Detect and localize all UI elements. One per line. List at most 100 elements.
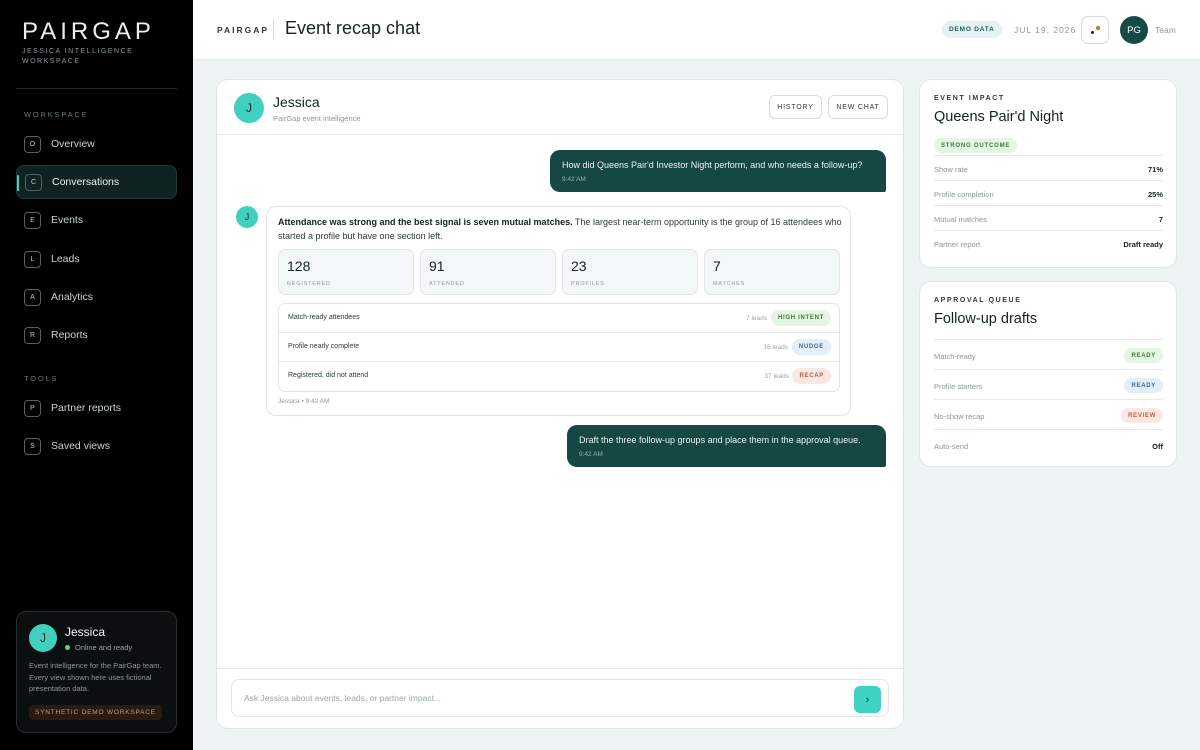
demo-data-badge: DEMO DATA <box>942 21 1002 38</box>
sidebar-item-reports[interactable]: R Reports <box>16 318 177 352</box>
lead-group-label: Registered, did not attend <box>288 372 369 379</box>
metric-row: Show rate 71% <box>934 155 1163 180</box>
assistant-profile-card: J Jessica Online and ready Event intelli… <box>16 611 177 733</box>
assistant-description: Event intelligence for the PairGap team.… <box>29 661 162 693</box>
stat-value: 91 <box>429 258 445 274</box>
sidebar-item-analytics[interactable]: A Analytics <box>16 280 177 314</box>
team-label[interactable]: Team <box>1155 25 1176 35</box>
page-title: Event recap chat <box>285 18 421 38</box>
sidebar-item-conversations[interactable]: C Conversations <box>16 165 177 199</box>
sidebar-item-label: Reports <box>51 329 88 341</box>
lead-group-label: Profile nearly complete <box>288 343 360 350</box>
user-message: How did Queens Pair'd Investor Night per… <box>550 150 886 192</box>
queue-row[interactable]: No-show recap REVIEW <box>934 399 1163 429</box>
user-avatar[interactable]: PG <box>1120 16 1148 44</box>
stat-label: PROFILES <box>571 281 605 287</box>
workspace-subtitle: JESSICA INTELLIGENCE WORKSPACE <box>22 48 134 65</box>
send-button[interactable]: › <box>854 686 881 713</box>
card-title: Follow-up drafts <box>934 311 1038 327</box>
message-time: Jessica • 9:42 AM <box>278 398 330 405</box>
analytics-icon: A <box>24 288 41 306</box>
table-row[interactable]: Profile nearly complete 16 leads NUDGE <box>279 333 839 362</box>
stat-value: 23 <box>571 258 587 274</box>
new-chat-button[interactable]: NEW CHAT <box>828 95 888 119</box>
events-icon: E <box>24 211 41 229</box>
metric-label: Mutual matches <box>934 215 987 224</box>
queue-label: Match-ready <box>934 352 976 361</box>
current-date: JUL 19, 2026 <box>1014 25 1077 35</box>
sidebar-item-label: Leads <box>51 253 80 265</box>
partner-reports-icon: P <box>24 399 41 417</box>
assistant-message: Attendance was strong and the best signa… <box>266 206 851 416</box>
sidebar: PAIRGAP JESSICA INTELLIGENCE WORKSPACE W… <box>0 0 193 750</box>
history-button[interactable]: HISTORY <box>769 95 822 119</box>
metric-row: Partner report Draft ready <box>934 230 1163 255</box>
stat-label: ATTENDED <box>429 281 465 287</box>
queue-label: Profile starters <box>934 382 983 391</box>
notification-dot-icon <box>1096 26 1100 30</box>
demo-workspace-badge: SYNTHETIC DEMO WORKSPACE <box>29 705 162 720</box>
sidebar-item-label: Analytics <box>51 291 94 303</box>
queue-row[interactable]: Match-ready READY <box>934 339 1163 369</box>
approval-queue-card: APPROVAL QUEUE Follow-up drafts Match-re… <box>919 281 1177 467</box>
sidebar-item-label: Saved views <box>51 440 110 452</box>
notification-dot-icon <box>1091 31 1094 34</box>
lead-groups-table: Match-ready attendees 7 leads HIGH INTEN… <box>278 303 840 392</box>
metric-row: Profile completion 25% <box>934 180 1163 205</box>
section-label-tools: TOOLS <box>24 374 59 383</box>
sidebar-item-label: Events <box>51 214 84 226</box>
lead-count: 37 leads <box>764 373 789 380</box>
lead-group-label: Match-ready attendees <box>288 314 360 321</box>
auto-send-value: Off <box>1152 442 1163 451</box>
chat-assistant-subtitle: PairGap event intelligence <box>273 114 361 123</box>
card-eyebrow: APPROVAL QUEUE <box>934 297 1022 304</box>
overview-icon: O <box>24 135 41 153</box>
stat-card-registered: 128 REGISTERED <box>278 249 414 295</box>
stat-value: 7 <box>713 258 721 274</box>
message-text: How did Queens Pair'd Investor Night per… <box>562 160 863 170</box>
sidebar-item-saved-views[interactable]: S Saved views <box>16 429 177 463</box>
metric-row: Mutual matches 7 <box>934 205 1163 230</box>
metric-value: Draft ready <box>1123 240 1163 249</box>
table-row[interactable]: Match-ready attendees 7 leads HIGH INTEN… <box>279 304 839 333</box>
lead-count: 16 leads <box>763 344 788 351</box>
status-badge: STRONG OUTCOME <box>934 138 1018 153</box>
leads-icon: L <box>24 250 41 268</box>
queue-label: Auto-send <box>934 442 969 451</box>
sidebar-item-label: Partner reports <box>51 402 122 414</box>
avatar: J <box>29 624 57 652</box>
event-impact-card: EVENT IMPACT Queens Pair'd Night STRONG … <box>919 79 1177 268</box>
stat-card-matches: 7 MATCHES <box>704 249 840 295</box>
metric-value: 7 <box>1158 215 1163 224</box>
online-dot-icon <box>65 645 70 650</box>
lead-count: 7 leads <box>746 315 767 322</box>
queue-row[interactable]: Profile starters READY <box>934 369 1163 399</box>
queue-label: No-show recap <box>934 412 985 421</box>
status-badge: RECAP <box>792 368 831 384</box>
stat-label: MATCHES <box>713 281 746 287</box>
status-badge: REVIEW <box>1121 408 1163 423</box>
table-row[interactable]: Registered, did not attend 37 leads RECA… <box>279 362 839 391</box>
section-label-workspace: WORKSPACE <box>24 110 89 119</box>
header-brand: PAIRGAP <box>217 25 270 35</box>
sidebar-item-partner-reports[interactable]: P Partner reports <box>16 391 177 425</box>
status-badge: READY <box>1124 348 1163 363</box>
notifications-button[interactable] <box>1081 16 1109 44</box>
sidebar-item-leads[interactable]: L Leads <box>16 242 177 276</box>
status-badge: READY <box>1124 378 1163 393</box>
top-header: PAIRGAP Event recap chat DEMO DATA JUL 1… <box>193 0 1200 60</box>
message-input[interactable] <box>231 679 889 717</box>
user-message: Draft the three follow-up groups and pla… <box>567 425 886 467</box>
status-badge: NUDGE <box>791 339 831 355</box>
metric-label: Show rate <box>934 165 968 174</box>
message-time: 9:42 AM <box>579 451 603 458</box>
status-text: Online and ready <box>75 643 133 652</box>
stat-label: REGISTERED <box>287 281 331 287</box>
sidebar-item-events[interactable]: E Events <box>16 203 177 237</box>
card-eyebrow: EVENT IMPACT <box>934 95 1005 102</box>
sidebar-item-label: Conversations <box>52 176 120 188</box>
status-indicator: Online and ready <box>65 643 132 652</box>
queue-row[interactable]: Auto-send Off <box>934 429 1163 459</box>
sidebar-item-overview[interactable]: O Overview <box>16 127 177 161</box>
stat-value: 128 <box>287 258 311 274</box>
